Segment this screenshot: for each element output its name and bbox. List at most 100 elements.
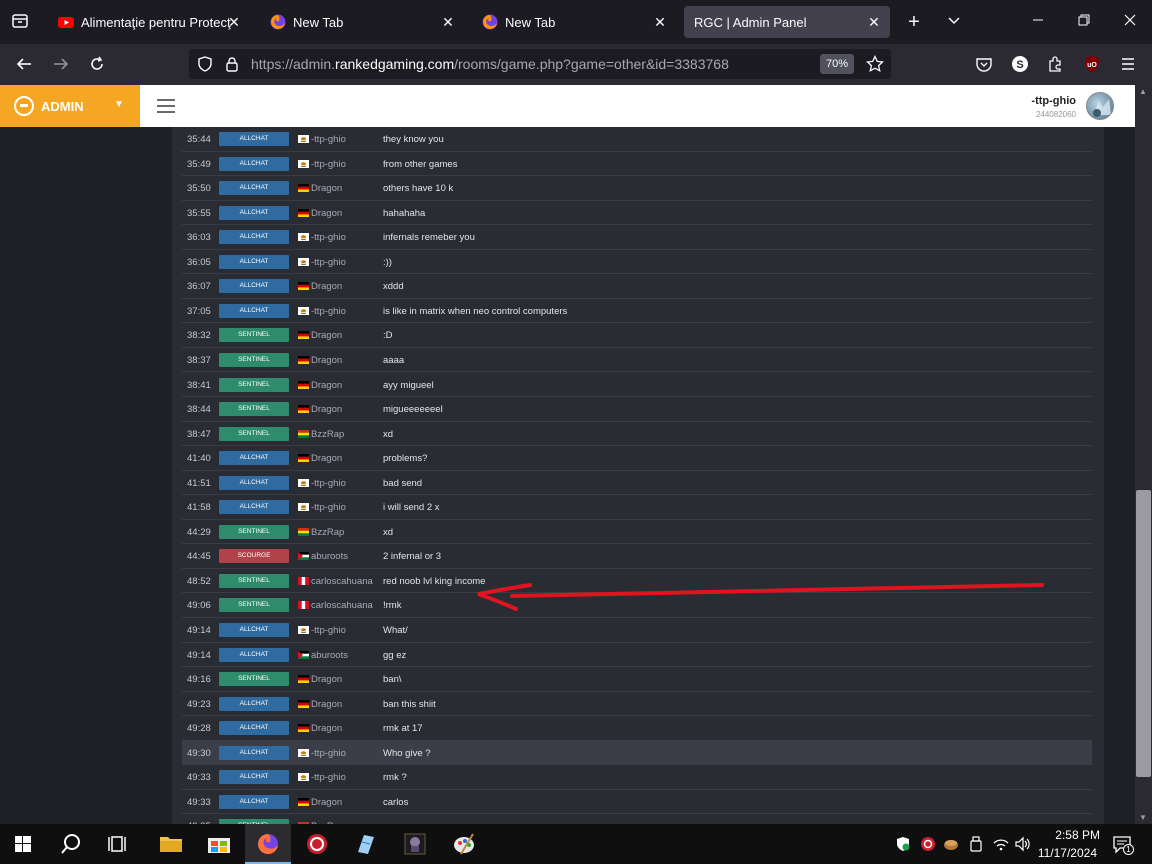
player-name-link[interactable]: Dragon [311,404,342,415]
shield-icon[interactable] [197,56,213,72]
player-name-link[interactable]: Dragon [311,797,342,808]
player-name-link[interactable]: BzzRap [311,429,344,440]
player-name-link[interactable]: BzzRap [311,527,344,538]
close-icon[interactable]: ✕ [226,14,242,30]
volume-icon[interactable] [1014,836,1030,852]
back-icon[interactable] [14,55,34,75]
tab-youtube[interactable]: Alimentaţie pentru Protecţie ✕ [50,6,250,38]
player-name-link[interactable]: -ttp-ghio [311,134,346,145]
restore-icon[interactable] [1074,12,1094,32]
close-window-icon[interactable] [1120,12,1140,32]
player-name-link[interactable]: Dragon [311,330,342,341]
chat-time: 41:58 [187,502,211,514]
player-name-link[interactable]: -ttp-ghio [311,232,346,243]
chat-row: 38:37 SENTINEL Dragon aaaa [182,348,1092,373]
pocket-icon[interactable] [975,55,993,73]
firefox-taskbar-button[interactable] [245,824,291,864]
player-name-link[interactable]: aburoots [311,551,348,562]
wifi-icon[interactable] [993,836,1009,852]
player-name-link[interactable]: Dragon [311,281,342,292]
warcraft-button[interactable] [392,824,438,864]
player-name-link[interactable]: Dragon [311,355,342,366]
tab-new-1[interactable]: New Tab ✕ [262,6,464,38]
chat-row: 41:58 ALLCHAT -ttp-ghio i will send 2 x [182,495,1092,520]
player-name-link[interactable]: Dragon [311,183,342,194]
player-name-link[interactable]: -ttp-ghio [311,478,346,489]
flag-de-icon [298,331,309,340]
player-name-link[interactable]: carloscahuana [311,600,373,611]
player-name-link[interactable]: Dragon [311,453,342,464]
avatar[interactable] [1086,92,1114,120]
usb-device-icon[interactable] [968,836,984,852]
chat-time: 44:45 [187,551,211,563]
app-tray-icon[interactable] [943,836,959,852]
player-name-link[interactable]: Dragon [311,699,342,710]
player-name-link[interactable]: Dragon [311,380,342,391]
reload-icon[interactable] [87,55,107,75]
player-name-link[interactable]: Dragon [311,208,342,219]
chat-message: xd [383,526,394,538]
channel-badge: ALLCHAT [219,254,289,269]
task-view-button[interactable] [96,824,142,864]
paint-button[interactable] [441,824,487,864]
chat-time: 41:51 [187,477,211,489]
navigation-bar: https://admin.rankedgaming.com/rooms/gam… [0,44,1152,85]
player-name-link[interactable]: -ttp-ghio [311,159,346,170]
player-name-link[interactable]: carloscahuana [311,576,373,587]
notifications-icon[interactable]: 1 [1112,835,1134,855]
scrollbar-thumb[interactable] [1136,490,1151,777]
player-name-link[interactable]: Dragon [311,674,342,685]
tab-overview-icon[interactable] [10,12,30,32]
notepad-icon [358,835,374,854]
lock-icon[interactable] [224,56,240,72]
ublock-origin-icon[interactable]: uO [1083,55,1101,73]
player-name-link[interactable]: -ttp-ghio [311,257,346,268]
search-button[interactable] [48,824,94,864]
minimize-icon[interactable] [1028,12,1048,32]
rgc-tray-icon[interactable] [920,836,936,852]
chat-message: bad send [383,477,423,489]
player-name-link[interactable]: -ttp-ghio [311,772,346,783]
bookmark-star-icon[interactable] [866,54,884,73]
notepad-button[interactable] [342,824,388,864]
close-icon[interactable]: ✕ [866,14,882,30]
user-name[interactable]: -ttp-ghio [1031,95,1076,107]
sidebar-toggle-icon[interactable] [157,99,175,113]
rgc-client-button[interactable] [294,824,340,864]
zoom-level-button[interactable]: 70% [820,54,854,74]
player-name-link[interactable]: -ttp-ghio [311,502,346,513]
player-name-link[interactable]: -ttp-ghio [311,625,346,636]
chat-message: :)) [383,256,392,268]
channel-badge: SCOURGE [219,549,289,564]
player-name-link[interactable]: aburoots [311,650,348,661]
tab-new-2[interactable]: New Tab ✕ [474,6,676,38]
clock-time[interactable]: 2:58 PM [1055,828,1100,842]
defender-shield-icon[interactable] [895,836,911,852]
close-icon[interactable]: ✕ [652,14,668,30]
chat-time: 41:40 [187,453,211,465]
clock-date[interactable]: 11/17/2024 [1038,846,1097,860]
admin-menu-button[interactable]: ADMIN ▼ [0,85,140,127]
url-path: /rooms/game.php?game=other&id=3383768 [454,56,729,72]
menu-icon[interactable] [1119,55,1137,73]
scroll-down-icon[interactable]: ▼ [1139,813,1147,822]
chevron-down-icon[interactable] [944,12,964,32]
file-explorer-button[interactable] [148,824,194,864]
url-text[interactable]: https://admin.rankedgaming.com/rooms/gam… [251,56,729,72]
extensions-icon[interactable] [1047,55,1065,73]
player-name-link[interactable]: -ttp-ghio [311,748,346,759]
start-button[interactable] [0,824,46,864]
new-tab-icon[interactable]: + [904,12,924,32]
scroll-up-icon[interactable]: ▲ [1139,87,1147,96]
player-name-link[interactable]: Dragon [311,723,342,734]
url-bar[interactable]: https://admin.rankedgaming.com/rooms/gam… [189,49,891,79]
flag-cy-icon [298,257,309,266]
account-icon[interactable]: S [1011,55,1029,73]
close-icon[interactable]: ✕ [440,14,456,30]
store-button[interactable] [196,824,242,864]
tab-strip: Alimentaţie pentru Protecţie ✕ New Tab ✕… [0,0,1152,44]
tab-admin-panel[interactable]: RGC | Admin Panel ✕ [684,6,890,38]
chat-row: 35:49 ALLCHAT -ttp-ghio from other games [182,152,1092,177]
player-name-link[interactable]: -ttp-ghio [311,306,346,317]
forward-icon[interactable] [51,55,71,75]
